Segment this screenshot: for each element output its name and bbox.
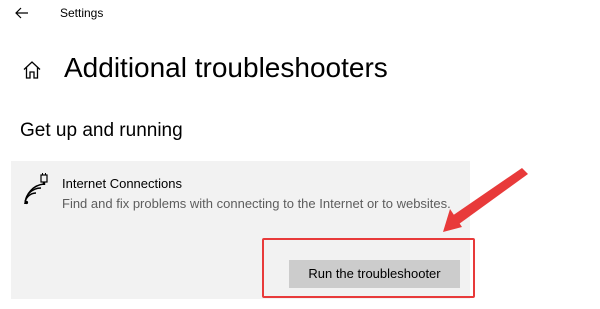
back-button[interactable]	[10, 2, 34, 24]
title-bar: Settings	[0, 0, 600, 28]
wifi-ethernet-icon	[22, 173, 50, 207]
app-title: Settings	[60, 6, 104, 20]
home-icon[interactable]	[21, 59, 43, 81]
troubleshooter-description: Find and fix problems with connecting to…	[62, 196, 451, 211]
section-heading: Get up and running	[20, 120, 183, 141]
troubleshooter-title: Internet Connections	[62, 176, 182, 191]
run-troubleshooter-button[interactable]: Run the troubleshooter	[289, 260, 460, 288]
page-title: Additional troubleshooters	[64, 52, 388, 83]
back-arrow-icon	[15, 7, 28, 19]
